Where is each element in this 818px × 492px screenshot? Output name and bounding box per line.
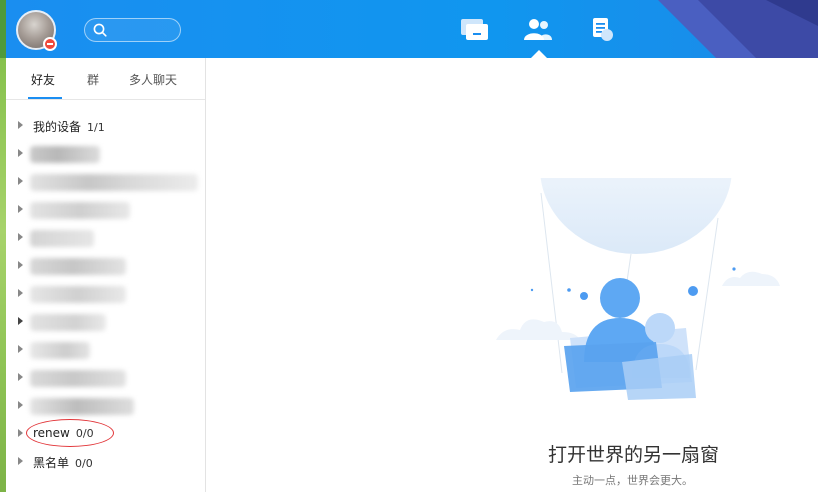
blurred-group-name <box>30 258 126 275</box>
group-row[interactable] <box>6 168 205 196</box>
blurred-group-name <box>30 202 130 219</box>
active-nav-indicator <box>531 50 547 58</box>
group-name: 黑名单 0/0 <box>33 456 93 470</box>
blurred-group-name <box>30 342 90 359</box>
group-row[interactable] <box>6 280 205 308</box>
balloon-illustration <box>496 178 780 400</box>
group-row-renew[interactable]: renew 0/0 <box>6 420 205 448</box>
desktop-background-edge <box>0 0 6 58</box>
tab-friends[interactable]: 好友 <box>31 71 55 88</box>
expand-arrow-icon[interactable] <box>18 345 23 353</box>
blurred-group-name <box>30 286 126 303</box>
expand-arrow-icon[interactable] <box>18 401 23 409</box>
expand-arrow-icon[interactable] <box>18 121 23 129</box>
expand-arrow-icon[interactable] <box>18 289 23 297</box>
contacts-icon[interactable] <box>521 14 555 44</box>
group-row-my-devices[interactable]: 我的设备 1/1 <box>6 112 205 140</box>
search-input[interactable] <box>111 21 175 39</box>
expand-arrow-icon[interactable] <box>18 149 23 157</box>
corner-decoration <box>658 0 818 58</box>
blurred-group-name <box>30 370 126 387</box>
contacts-sidebar: 好友 群 多人聊天 我的设备 1/1 renew 0/0 黑名单 0/0 <box>0 58 206 492</box>
contact-tabs: 好友 群 多人聊天 <box>6 58 205 100</box>
blurred-group-name <box>30 146 100 163</box>
group-row[interactable] <box>6 196 205 224</box>
group-row[interactable] <box>6 364 205 392</box>
message-icon[interactable] <box>457 14 491 44</box>
group-row[interactable] <box>6 140 205 168</box>
group-row-blacklist[interactable]: 黑名单 0/0 <box>6 448 205 476</box>
group-row[interactable] <box>6 308 205 336</box>
expand-arrow-icon[interactable] <box>18 233 23 241</box>
expand-arrow-icon[interactable] <box>18 261 23 269</box>
group-count: 1/1 <box>87 121 105 134</box>
welcome-title: 打开世界的另一扇窗 <box>548 444 720 466</box>
notes-icon[interactable] <box>585 14 619 44</box>
tab-groups[interactable]: 群 <box>87 71 99 88</box>
group-row[interactable] <box>6 224 205 252</box>
group-count: 0/0 <box>75 427 94 440</box>
expand-arrow-icon[interactable] <box>18 457 23 465</box>
group-row[interactable] <box>6 336 205 364</box>
group-name: 我的设备 1/1 <box>33 120 105 134</box>
group-name: renew 0/0 <box>33 426 94 440</box>
search-icon <box>93 23 107 37</box>
blurred-group-name <box>30 174 198 191</box>
expand-arrow-icon[interactable] <box>18 205 23 213</box>
active-tab-underline <box>28 97 62 99</box>
expand-arrow-icon[interactable] <box>18 317 23 325</box>
blurred-group-name <box>30 398 134 415</box>
group-row[interactable] <box>6 392 205 420</box>
friend-group-list: 我的设备 1/1 renew 0/0 黑名单 0/0 <box>6 112 205 476</box>
group-count: 0/0 <box>75 457 93 470</box>
title-bar <box>0 0 818 58</box>
blurred-group-name <box>30 314 106 331</box>
search-box[interactable] <box>84 18 181 42</box>
expand-arrow-icon[interactable] <box>18 373 23 381</box>
group-row[interactable] <box>6 252 205 280</box>
blurred-group-name <box>30 230 94 247</box>
expand-arrow-icon[interactable] <box>18 177 23 185</box>
expand-arrow-icon[interactable] <box>18 429 23 437</box>
tab-multi-chat[interactable]: 多人聊天 <box>129 71 177 88</box>
status-badge[interactable] <box>43 37 57 51</box>
welcome-subtitle: 主动一点，世界会更大。 <box>572 474 693 487</box>
main-panel: 打开世界的另一扇窗 主动一点，世界会更大。 <box>206 58 818 492</box>
